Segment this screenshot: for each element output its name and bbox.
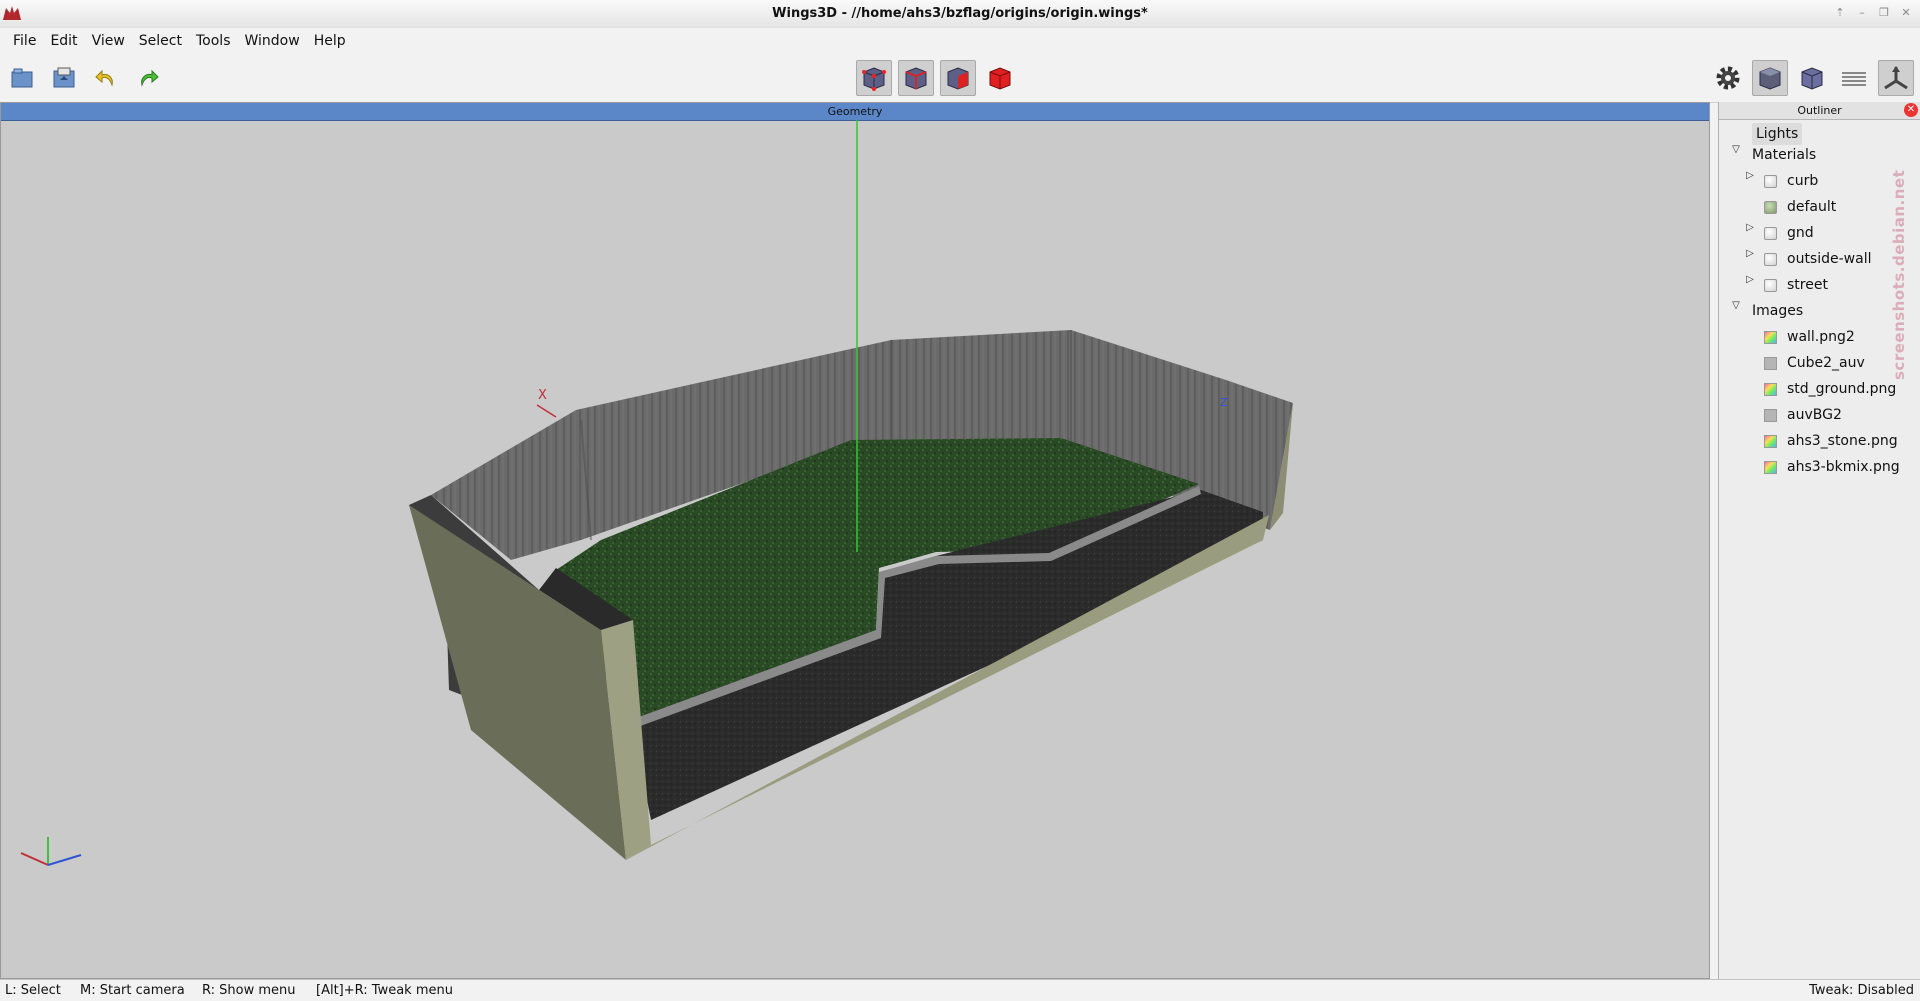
outliner-images-group[interactable]: Images (1752, 300, 1803, 322)
x-axis-label: X (538, 388, 547, 403)
viewport-header[interactable]: Geometry (1, 103, 1709, 121)
image-item[interactable]: auvBG2 (1787, 404, 1842, 426)
window-controls: ⇡ – ❐ ✕ (1832, 6, 1914, 20)
axes-icon (1884, 66, 1908, 90)
toolbar (0, 54, 1920, 103)
watermark: screenshots.debian.net (1890, 169, 1908, 380)
title-bar: Wings3D - //home/ahs3/bzflag/origins/ori… (0, 0, 1920, 29)
expand-icon[interactable]: ▷ (1745, 170, 1755, 192)
status-hint-middle-click: M: Start camera (80, 983, 185, 998)
scene-canvas[interactable]: X Z (1, 120, 1709, 978)
restore-icon[interactable]: ❐ (1876, 6, 1892, 20)
show-axes-button[interactable] (1878, 60, 1914, 96)
collapse-icon[interactable]: ▽ (1731, 300, 1741, 322)
vertex-mode-button[interactable] (856, 60, 892, 96)
geometry-viewport[interactable]: Geometry X Z (0, 102, 1710, 979)
minimize-icon[interactable]: – (1854, 6, 1870, 20)
wireframe-button[interactable] (1794, 60, 1830, 96)
menu-select[interactable]: Select (132, 33, 189, 49)
save-icon (53, 67, 75, 88)
status-hint-left-click: L: Select (5, 983, 61, 998)
z-axis-label: Z (1220, 396, 1228, 409)
menu-help[interactable]: Help (307, 33, 353, 49)
close-icon[interactable]: ✕ (1898, 6, 1914, 20)
edge-mode-icon (905, 67, 927, 90)
material-icon (1764, 175, 1777, 188)
status-hint-right-click: R: Show menu (202, 983, 296, 998)
ground-plane-button[interactable] (1836, 60, 1872, 96)
open-button[interactable] (4, 60, 40, 96)
undo-icon (95, 69, 113, 87)
preferences-button[interactable] (1710, 60, 1746, 96)
image-item[interactable]: ahs3_stone.png (1787, 430, 1898, 452)
axes-gizmo (20, 837, 82, 866)
gear-icon (1716, 66, 1740, 90)
face-mode-icon (947, 67, 969, 90)
image-icon (1764, 461, 1777, 474)
material-item[interactable]: outside-wall (1787, 248, 1871, 270)
menu-file[interactable]: File (6, 33, 43, 49)
collapse-icon[interactable]: ▽ (1731, 144, 1741, 166)
material-icon (1764, 279, 1777, 292)
tweak-status: Tweak: Disabled (1809, 983, 1914, 998)
expand-icon[interactable]: ▷ (1745, 274, 1755, 296)
smooth-cube-icon (1759, 67, 1781, 90)
expand-icon[interactable]: ▷ (1745, 248, 1755, 270)
status-hint-alt-right-click: [Alt]+R: Tweak menu (316, 983, 453, 998)
material-icon (1764, 227, 1777, 240)
image-item[interactable]: std_ground.png (1787, 378, 1896, 400)
material-item[interactable]: default (1787, 196, 1836, 218)
menu-view[interactable]: View (85, 33, 132, 49)
image-item[interactable]: ahs3-bkmix.png (1787, 456, 1900, 478)
vertex-mode-icon (862, 67, 886, 91)
x-axis-line (536, 404, 557, 418)
smooth-shading-button[interactable] (1752, 60, 1788, 96)
image-item[interactable]: Cube2_auv (1787, 352, 1865, 374)
outliner-materials-group[interactable]: Materials (1752, 144, 1816, 166)
material-icon (1764, 201, 1777, 214)
material-item[interactable]: street (1787, 274, 1828, 296)
menu-tools[interactable]: Tools (189, 33, 238, 49)
undo-button[interactable] (88, 60, 124, 96)
menu-edit[interactable]: Edit (43, 33, 84, 49)
material-item[interactable]: curb (1787, 170, 1818, 192)
close-icon[interactable]: ✕ (1904, 103, 1918, 117)
image-item[interactable]: wall.png2 (1787, 326, 1855, 348)
image-icon (1764, 357, 1777, 370)
outliner-header: Outliner (1719, 102, 1920, 120)
image-icon (1764, 331, 1777, 344)
edge-mode-button[interactable] (898, 60, 934, 96)
wire-cube-icon (1801, 67, 1823, 90)
image-icon (1764, 409, 1777, 422)
expand-icon[interactable]: ▷ (1745, 222, 1755, 244)
image-icon (1764, 383, 1777, 396)
material-icon (1764, 253, 1777, 266)
save-button[interactable] (46, 60, 82, 96)
redo-button[interactable] (130, 60, 166, 96)
face-mode-button[interactable] (940, 60, 976, 96)
material-item[interactable]: gnd (1787, 222, 1814, 244)
outliner-lights[interactable]: Lights (1752, 123, 1803, 145)
image-icon (1764, 435, 1777, 448)
menu-bar: File Edit View Select Tools Window Help (0, 28, 1920, 54)
redo-icon (141, 69, 159, 87)
status-bar: L: Select M: Start camera R: Show menu [… (0, 979, 1920, 1001)
menu-window[interactable]: Window (238, 33, 307, 49)
open-icon (11, 68, 33, 88)
up-icon[interactable]: ⇡ (1832, 6, 1848, 20)
body-mode-button[interactable] (982, 60, 1018, 96)
body-mode-icon (989, 67, 1011, 90)
ground-icon (1842, 72, 1866, 86)
window-title: Wings3D - //home/ahs3/bzflag/origins/ori… (772, 6, 1148, 21)
